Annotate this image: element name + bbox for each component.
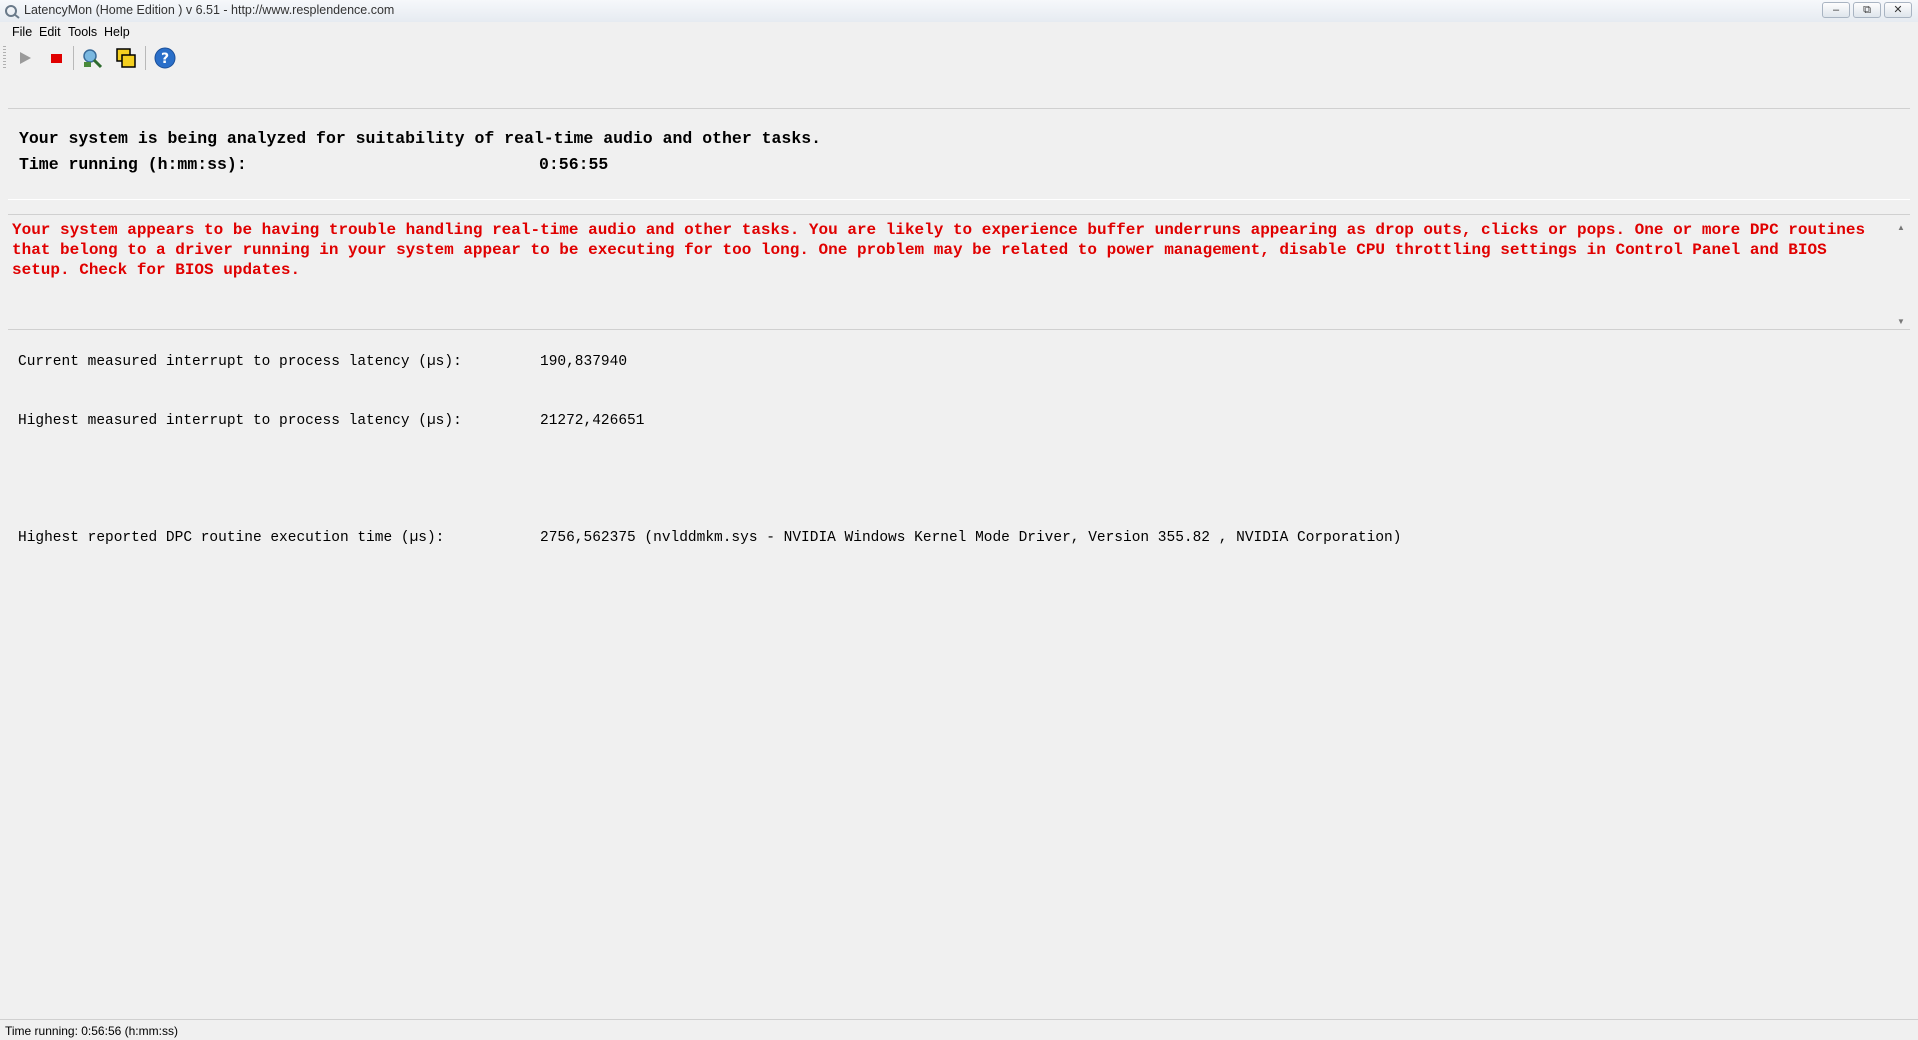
stop-icon[interactable] — [44, 46, 68, 70]
time-running-label: Time running (h:mm:ss): — [19, 155, 247, 174]
status-panel: Your system is being analyzed for suitab… — [8, 108, 1910, 200]
current-latency-label: Current measured interrupt to process la… — [18, 354, 462, 370]
menu-help[interactable]: Help — [104, 25, 130, 39]
scroll-up-arrow-icon[interactable]: ▲ — [1896, 223, 1906, 233]
windows-icon[interactable] — [114, 46, 138, 70]
play-icon[interactable] — [13, 46, 37, 70]
minimize-icon: – — [1832, 4, 1840, 16]
highest-latency-value: 21272,426651 — [540, 413, 645, 429]
close-icon: ✕ — [1893, 4, 1903, 16]
minimize-button[interactable]: – — [1822, 2, 1850, 18]
window-title: LatencyMon (Home Edition ) v 6.51 - http… — [24, 3, 395, 17]
status-bar: Time running: 0:56:56 (h:mm:ss) — [0, 1019, 1918, 1040]
title-bar: LatencyMon (Home Edition ) v 6.51 - http… — [0, 0, 1918, 23]
status-bar-text: Time running: 0:56:56 (h:mm:ss) — [5, 1024, 178, 1038]
conclusion-textbox[interactable]: Your system appears to be having trouble… — [8, 214, 1910, 330]
analysis-headline: Your system is being analyzed for suitab… — [19, 129, 822, 148]
menu-bar: File Edit Tools Help — [0, 22, 1918, 42]
drivers-icon[interactable] — [80, 46, 104, 70]
menu-file[interactable]: File — [12, 25, 32, 39]
current-latency-value: 190,837940 — [540, 354, 628, 370]
toolbar: ? — [0, 42, 1918, 72]
scroll-down-arrow-icon[interactable]: ▼ — [1896, 317, 1906, 327]
highest-dpc-label: Highest reported DPC routine execution t… — [18, 530, 445, 546]
help-icon[interactable]: ? — [153, 46, 177, 70]
latencymon-app-icon — [5, 5, 20, 19]
maximize-button[interactable]: ⧉ — [1853, 2, 1881, 18]
toolbar-separator — [145, 46, 146, 70]
highest-dpc-value: 2756,562375 (nvlddmkm.sys - NVIDIA Windo… — [540, 530, 1402, 546]
close-button[interactable]: ✕ — [1884, 2, 1912, 18]
menu-edit[interactable]: Edit — [39, 25, 61, 39]
highest-latency-label: Highest measured interrupt to process la… — [18, 413, 462, 429]
toolbar-separator — [73, 46, 74, 70]
time-running-value: 0:56:55 — [539, 155, 609, 174]
restore-icon: ⧉ — [1863, 4, 1871, 16]
toolbar-grip[interactable] — [3, 46, 6, 70]
conclusion-text: Your system appears to be having trouble… — [12, 221, 1866, 279]
menu-tools[interactable]: Tools — [68, 25, 97, 39]
svg-text:?: ? — [161, 51, 169, 67]
